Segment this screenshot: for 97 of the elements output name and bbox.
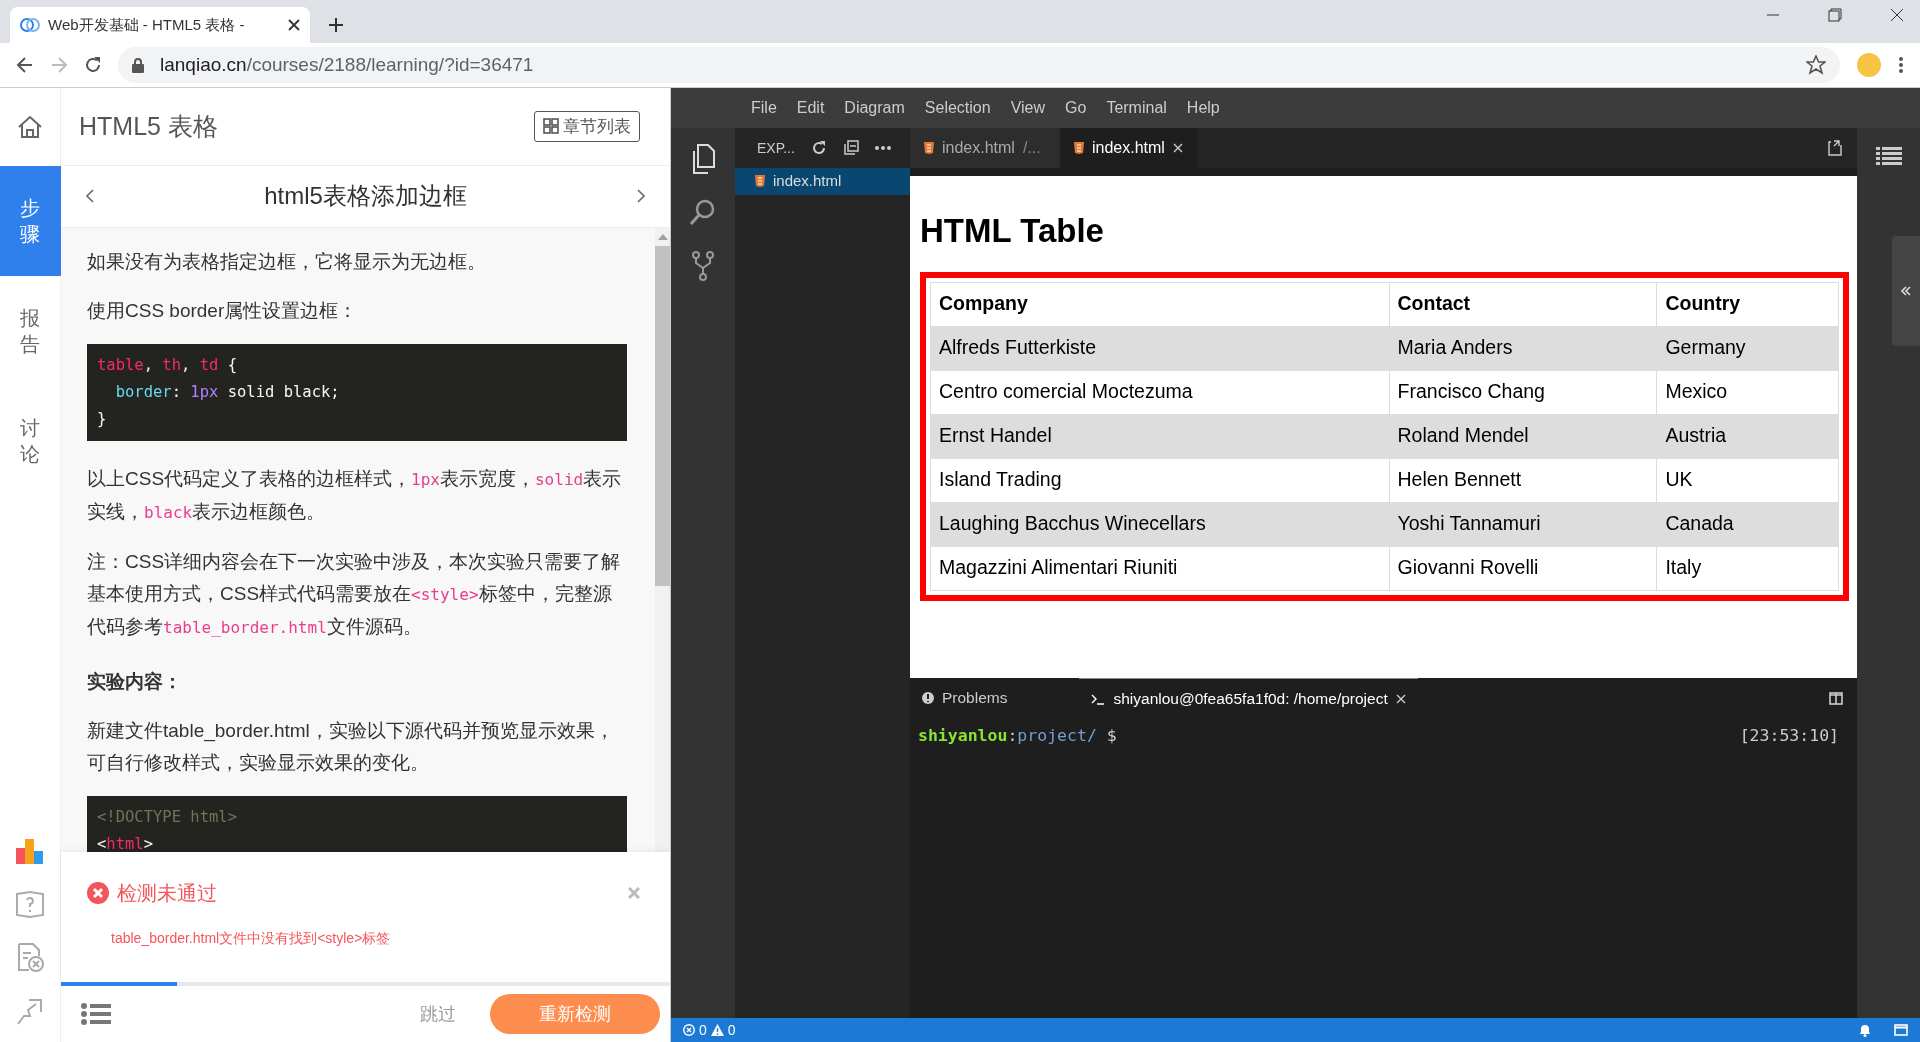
chevron-right-icon[interactable]: [636, 188, 646, 205]
back-icon[interactable]: [16, 56, 34, 74]
table-cell: Laughing Bacchus Winecellars: [930, 502, 1390, 546]
lock-icon: [132, 57, 144, 73]
bell-icon[interactable]: [1858, 1023, 1872, 1037]
menu-item[interactable]: Terminal: [1098, 96, 1175, 120]
grid-icon: [543, 118, 559, 135]
home-icon[interactable]: [17, 114, 43, 140]
table-cell: Mexico: [1656, 370, 1839, 414]
paragraph: 以上CSS代码定义了表格的边框样式，1px表示宽度，solid表示实线，black表示边框颜色。: [87, 466, 623, 524]
table-cell: Maria Anders: [1389, 326, 1657, 370]
open-preview-icon[interactable]: [1827, 140, 1843, 156]
table-cell: Italy: [1656, 546, 1839, 590]
code-block: <!DOCTYPE html> <html>: [87, 795, 627, 853]
collapse-all-icon[interactable]: [842, 140, 859, 156]
check-status: 检测未通过: [117, 881, 217, 907]
table-cell: Giovanni Rovelli: [1389, 546, 1657, 590]
side-tab[interactable]: 步骤: [0, 166, 61, 276]
paragraph: 如果没有为表格指定边框，它将显示为无边框。: [87, 249, 487, 274]
more-icon[interactable]: [874, 146, 891, 150]
menu-item[interactable]: Go: [1057, 96, 1095, 120]
warning-icon: [710, 1024, 724, 1036]
more-icon[interactable]: [1898, 56, 1904, 74]
browser-tab[interactable]: Web开发基础 - HTML5 表格 -: [10, 7, 310, 43]
error-count[interactable]: 0: [699, 1019, 707, 1041]
page-heading: HTML Table: [920, 211, 1105, 251]
menu-item[interactable]: Help: [1178, 96, 1228, 120]
course-title: HTML5 表格: [79, 110, 219, 142]
reload-icon[interactable]: [84, 56, 102, 74]
warning-circle-icon: [922, 692, 934, 704]
maximize-icon[interactable]: [1828, 8, 1842, 22]
table-cell: Roland Mendel: [1389, 414, 1657, 458]
menu-item[interactable]: File: [743, 96, 785, 120]
table-cell: Ernst Handel: [930, 414, 1390, 458]
menu-item[interactable]: View: [1002, 96, 1054, 120]
table-cell: Yoshi Tannamuri: [1389, 502, 1657, 546]
paragraph: 使用CSS border属性设置边框：: [87, 298, 359, 323]
source-control-icon[interactable]: [691, 250, 715, 282]
column-header: Country: [1656, 282, 1839, 326]
explorer-title: EXP...: [757, 138, 795, 158]
chapter-list-button[interactable]: 章节列表: [534, 110, 640, 143]
editor-tab[interactable]: index.html: [1060, 128, 1197, 168]
warning-count[interactable]: 0: [727, 1019, 736, 1041]
list-icon[interactable]: [81, 1003, 111, 1026]
files-icon[interactable]: [690, 144, 716, 174]
side-tab[interactable]: 讨论: [0, 386, 61, 496]
terminal-clock: [23:53:10]: [1739, 725, 1839, 747]
column-header: Company: [930, 282, 1390, 326]
html-file-icon: [924, 142, 934, 154]
html-file-icon: [1074, 142, 1084, 154]
double-chevron-left-icon: [1901, 286, 1911, 296]
split-panel-icon[interactable]: [1829, 691, 1843, 705]
address-bar[interactable]: lanqiao.cn/courses/2188/learning/?id=36471: [118, 47, 1840, 83]
menu-item[interactable]: Edit: [788, 96, 833, 120]
search-icon[interactable]: [689, 198, 717, 226]
new-tab-icon[interactable]: [328, 17, 344, 33]
table-cell: UK: [1656, 458, 1839, 502]
editor-tab[interactable]: index.html /...: [910, 128, 1060, 168]
site-logo-icon: [20, 18, 40, 32]
list-icon[interactable]: [1876, 146, 1902, 166]
error-message: table_border.html文件中没有找到<style>标签: [111, 929, 392, 949]
side-tab[interactable]: 报告: [0, 276, 61, 386]
step-title: html5表格添加边框: [264, 181, 467, 212]
section-heading: 实验内容：: [87, 669, 183, 694]
table-cell: Alfreds Futterkiste: [930, 326, 1390, 370]
table-cell: Centro comercial Moctezuma: [930, 370, 1390, 414]
chevron-left-icon[interactable]: [85, 188, 95, 205]
table-cell: Island Trading: [930, 458, 1390, 502]
terminal-prompt: shiyanlou:project/ $: [918, 725, 1118, 747]
star-icon[interactable]: [1806, 55, 1826, 75]
paragraph: 注：CSS详细内容会在下一次实验中涉及，本次实验只需要了解基本使用方式，CSS样式代码需要放在<style>标签中，完整源代码参考table_border.html文件源码。: [87, 549, 622, 639]
menu-item[interactable]: Selection: [916, 96, 999, 120]
html-file-icon: [755, 175, 765, 188]
refresh-icon[interactable]: [810, 140, 827, 156]
error-icon: [683, 1024, 695, 1036]
table-cell: Germany: [1656, 326, 1839, 370]
error-icon: [87, 882, 109, 905]
table-cell: Canada: [1656, 502, 1839, 546]
ranking-icon[interactable]: [15, 836, 45, 866]
paragraph: 新建文件table_border.html，实验以下源代码并预览显示效果，可自行修改样式，实验显示效果的变化。: [87, 718, 615, 775]
table-cell: Francisco Chang: [1389, 370, 1657, 414]
table-cell: Austria: [1656, 414, 1839, 458]
url-text: lanqiao.cn/courses/2188/learning/?id=36471: [160, 52, 534, 77]
panel-tab[interactable]: Problems: [910, 678, 1020, 718]
code-block: table, th, td { border: 1px solid black; }: [87, 343, 627, 441]
panel-tab[interactable]: shiyanlou@0fea65fa1f0d: /home/project: [1079, 678, 1418, 718]
scrollbar-thumb[interactable]: [655, 245, 670, 586]
explorer-file[interactable]: index.html: [735, 168, 910, 195]
menu-item[interactable]: Diagram: [836, 96, 913, 120]
close-icon[interactable]: [288, 19, 300, 31]
table-cell: Helen Bennett: [1389, 458, 1657, 502]
terminal-icon: [1091, 692, 1106, 705]
tab-title: Web开发基础 - HTML5 表格 -: [48, 14, 246, 35]
close-icon[interactable]: [1890, 8, 1904, 22]
window-icon[interactable]: [1894, 1024, 1908, 1036]
table-cell: Magazzini Alimentari Riuniti: [930, 546, 1390, 590]
column-header: Contact: [1389, 282, 1657, 326]
